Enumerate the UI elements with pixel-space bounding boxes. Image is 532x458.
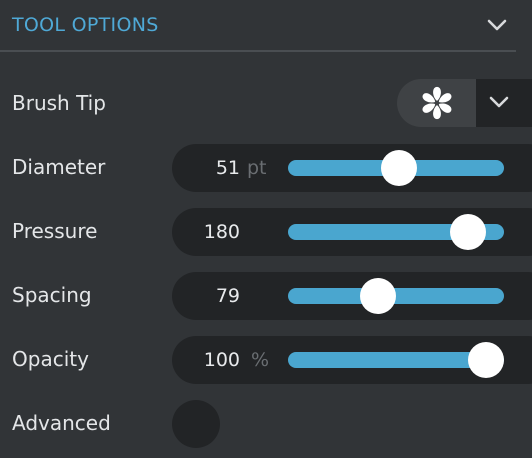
tool-options-header[interactable]: TOOL OPTIONS (0, 0, 532, 52)
panel-title: TOOL OPTIONS (12, 14, 159, 36)
spacing-value[interactable]: 79 (170, 285, 240, 307)
header-divider (0, 50, 516, 52)
opacity-slider-thumb[interactable] (468, 342, 504, 378)
pressure-label: Pressure (12, 219, 98, 243)
brush-tip-label: Brush Tip (12, 91, 106, 115)
opacity-label: Opacity (12, 347, 89, 371)
spacing-slider-thumb[interactable] (359, 278, 396, 314)
opacity-value[interactable]: 100 (170, 349, 240, 371)
flower-brush-icon (421, 86, 453, 120)
pressure-slider-thumb[interactable] (449, 214, 486, 250)
spacing-label: Spacing (12, 283, 92, 307)
pressure-value[interactable]: 180 (170, 221, 240, 243)
diameter-label: Diameter (12, 155, 106, 179)
spacing-slider-track[interactable] (288, 288, 504, 304)
diameter-slider-thumb[interactable] (381, 150, 418, 186)
advanced-toggle[interactable] (172, 400, 220, 448)
chevron-down-icon (489, 96, 509, 108)
advanced-label: Advanced (12, 411, 111, 435)
opacity-unit: % (251, 349, 270, 371)
brush-tip-dropdown-button[interactable] (476, 79, 532, 127)
diameter-value[interactable]: 51 (170, 157, 240, 179)
chevron-down-icon[interactable] (486, 17, 508, 33)
diameter-unit: pt (247, 157, 267, 179)
